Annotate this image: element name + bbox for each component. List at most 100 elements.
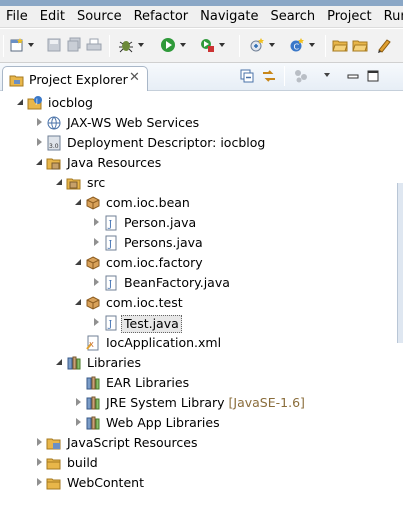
project-explorer-icon [9,75,24,87]
tab-label: Project Explorer [29,72,128,87]
tree-item[interactable]: com.ioc.bean [0,193,395,213]
xml-file-icon: X [86,335,99,351]
tree-item[interactable]: X IocApplication.xml [0,333,395,353]
collapsed-twistie-icon[interactable] [92,238,101,247]
view-toolbar-separator [284,66,285,86]
package-icon [86,196,100,210]
tree-item[interactable]: J Persons.java [0,233,395,253]
new-wizard-icon[interactable] [9,37,25,53]
tree-item[interactable]: Web App Libraries [0,413,395,433]
tree-item[interactable]: build [0,453,395,473]
expanded-twistie-icon[interactable] [55,358,64,367]
tree-item-label: JavaScript Resources [67,435,198,450]
new-java-class-icon[interactable]: C [289,37,305,53]
new-class-dropdown-arrow[interactable] [309,43,315,47]
menu-navigate[interactable]: Navigate [194,6,264,28]
new-dropdown-arrow[interactable] [28,43,34,47]
libraries-icon [67,356,81,370]
tree-item[interactable]: com.ioc.factory [0,253,395,273]
tree-item[interactable]: JAX-WS Web Services [0,113,395,133]
new-server-dropdown-arrow[interactable] [269,43,275,47]
tree-item[interactable]: JRE System Library [JavaSE-1.6] [0,393,395,413]
java-file-icon: J [105,215,117,231]
tree-item[interactable]: J Person.java [0,213,395,233]
tree-item[interactable]: Libraries [0,353,395,373]
tree-item-decoration: [JavaSE-1.6] [224,395,305,410]
debug-dropdown-arrow[interactable] [138,43,144,47]
deployment-icon: 3.0 [47,135,61,151]
menu-run[interactable]: Run [378,6,403,28]
print-icon[interactable] [86,37,102,53]
expanded-twistie-icon[interactable] [16,98,25,107]
java-file-icon: J [105,235,117,251]
java-file-icon: J [105,315,117,331]
collapsed-twistie-icon[interactable] [35,458,44,467]
expanded-twistie-icon[interactable] [55,178,64,187]
maximize-icon[interactable] [365,68,381,84]
expanded-twistie-icon[interactable] [74,198,83,207]
tree-item[interactable]: Java Resources [0,153,395,173]
tab-project-explorer[interactable]: Project Explorer ✕ [2,66,148,91]
expanded-twistie-icon[interactable] [74,298,83,307]
svg-text:C: C [294,43,300,52]
toolbar-separator [109,35,110,57]
run-dropdown-arrow[interactable] [180,43,186,47]
svg-text:J: J [35,98,38,105]
minimize-icon[interactable] [345,68,361,84]
tree-item[interactable]: src [0,173,395,193]
collapsed-twistie-icon[interactable] [92,278,101,287]
open-folder-icon[interactable] [352,37,368,53]
tree-item[interactable]: EAR Libraries [0,373,395,393]
menu-file[interactable]: File [0,6,34,28]
collapsed-twistie-icon[interactable] [35,118,44,127]
tree-item[interactable]: J Test.java [0,313,395,333]
menu-edit[interactable]: Edit [34,6,71,28]
menu-refactor[interactable]: Refactor [128,6,195,28]
link-with-editor-icon[interactable] [261,68,277,84]
open-type-icon[interactable] [332,37,348,53]
expanded-twistie-icon[interactable] [35,158,44,167]
external-tools-icon[interactable] [199,37,215,53]
collapsed-twistie-icon[interactable] [92,218,101,227]
pen-tool-icon[interactable] [376,37,392,53]
project-icon: J [27,96,42,110]
run-icon[interactable] [160,37,176,53]
tree-item-label: src [87,175,106,190]
collapsed-twistie-icon[interactable] [35,138,44,147]
collapsed-twistie-icon[interactable] [92,318,101,327]
svg-text:J: J [108,240,113,250]
expanded-twistie-icon[interactable] [74,258,83,267]
svg-text:3.0: 3.0 [49,143,59,150]
save-icon[interactable] [46,37,62,53]
menu-project[interactable]: Project [321,6,377,28]
filter-icon[interactable] [293,68,309,84]
external-tools-dropdown-arrow[interactable] [219,43,225,47]
tree-item-label: com.ioc.factory [106,255,203,270]
menu-search[interactable]: Search [264,6,321,28]
tree-item[interactable]: WebContent [0,473,395,493]
tree-item[interactable]: Jiocblog [0,93,395,113]
tree-item[interactable]: J BeanFactory.java [0,273,395,293]
close-icon[interactable]: ✕ [129,70,140,85]
collapsed-twistie-icon[interactable] [74,418,83,427]
source-folder-icon [66,178,81,190]
tree-item-label: Web App Libraries [106,415,220,430]
tree-item[interactable]: JavaScript Resources [0,433,395,453]
collapsed-twistie-icon[interactable] [35,478,44,487]
tree-item-label: IocApplication.xml [106,335,222,350]
debug-icon[interactable] [118,37,134,53]
tree-item[interactable]: com.ioc.test [0,293,395,313]
svg-text:J: J [108,320,113,330]
view-menu-icon[interactable] [324,73,330,77]
tree-item[interactable]: 3.0 Deployment Descriptor: iocblog [0,133,395,153]
menu-source[interactable]: Source [71,6,128,28]
tree-item-label: Deployment Descriptor: iocblog [67,135,266,150]
new-server-icon[interactable] [249,37,265,53]
tree-item-label: JAX-WS Web Services [67,115,200,130]
save-all-icon[interactable] [66,37,82,53]
library-icon [86,376,100,390]
collapse-all-icon[interactable] [239,68,255,84]
collapsed-twistie-icon[interactable] [35,438,44,447]
collapsed-twistie-icon[interactable] [74,398,83,407]
tree-item-label: Test.java [121,315,182,333]
